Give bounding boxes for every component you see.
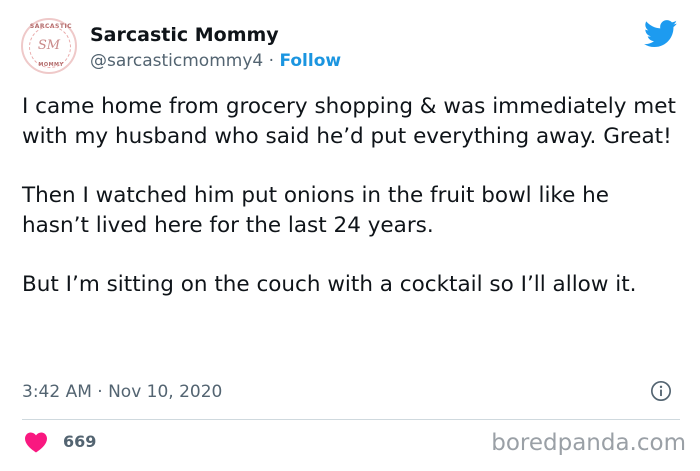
author-display-name[interactable]: Sarcastic Mommy [90,22,279,48]
author-handle-row: @sarcasticmommy4 · Follow [90,49,341,73]
tweet-card: SARCASTIC SM MOMMY Sarcastic Mommy @sarc… [0,0,700,471]
tweet-paragraph: Then I watched him put onions in the fru… [22,183,610,238]
tweet-text: I came home from grocery shopping & was … [22,92,682,300]
separator-dot: · [263,51,280,71]
tweet-paragraph: But I’m sitting on the couch with a cock… [22,272,637,297]
avatar[interactable]: SARCASTIC SM MOMMY [21,18,77,74]
tweet-paragraph: I came home from grocery shopping & was … [22,94,676,149]
watermark: boredpanda.com [491,430,686,456]
divider [22,419,680,420]
like-count[interactable]: 669 [63,430,96,454]
heart-icon[interactable] [24,431,48,453]
tweet-timestamp[interactable]: 3:42 AM · Nov 10, 2020 [22,380,222,404]
avatar-monogram: SM [37,38,61,53]
info-icon[interactable] [650,380,672,402]
follow-button[interactable]: Follow [279,51,341,71]
avatar-text-bottom: MOMMY [38,62,64,68]
author-handle[interactable]: @sarcasticmommy4 [90,51,263,71]
twitter-bird-icon[interactable] [644,20,678,48]
